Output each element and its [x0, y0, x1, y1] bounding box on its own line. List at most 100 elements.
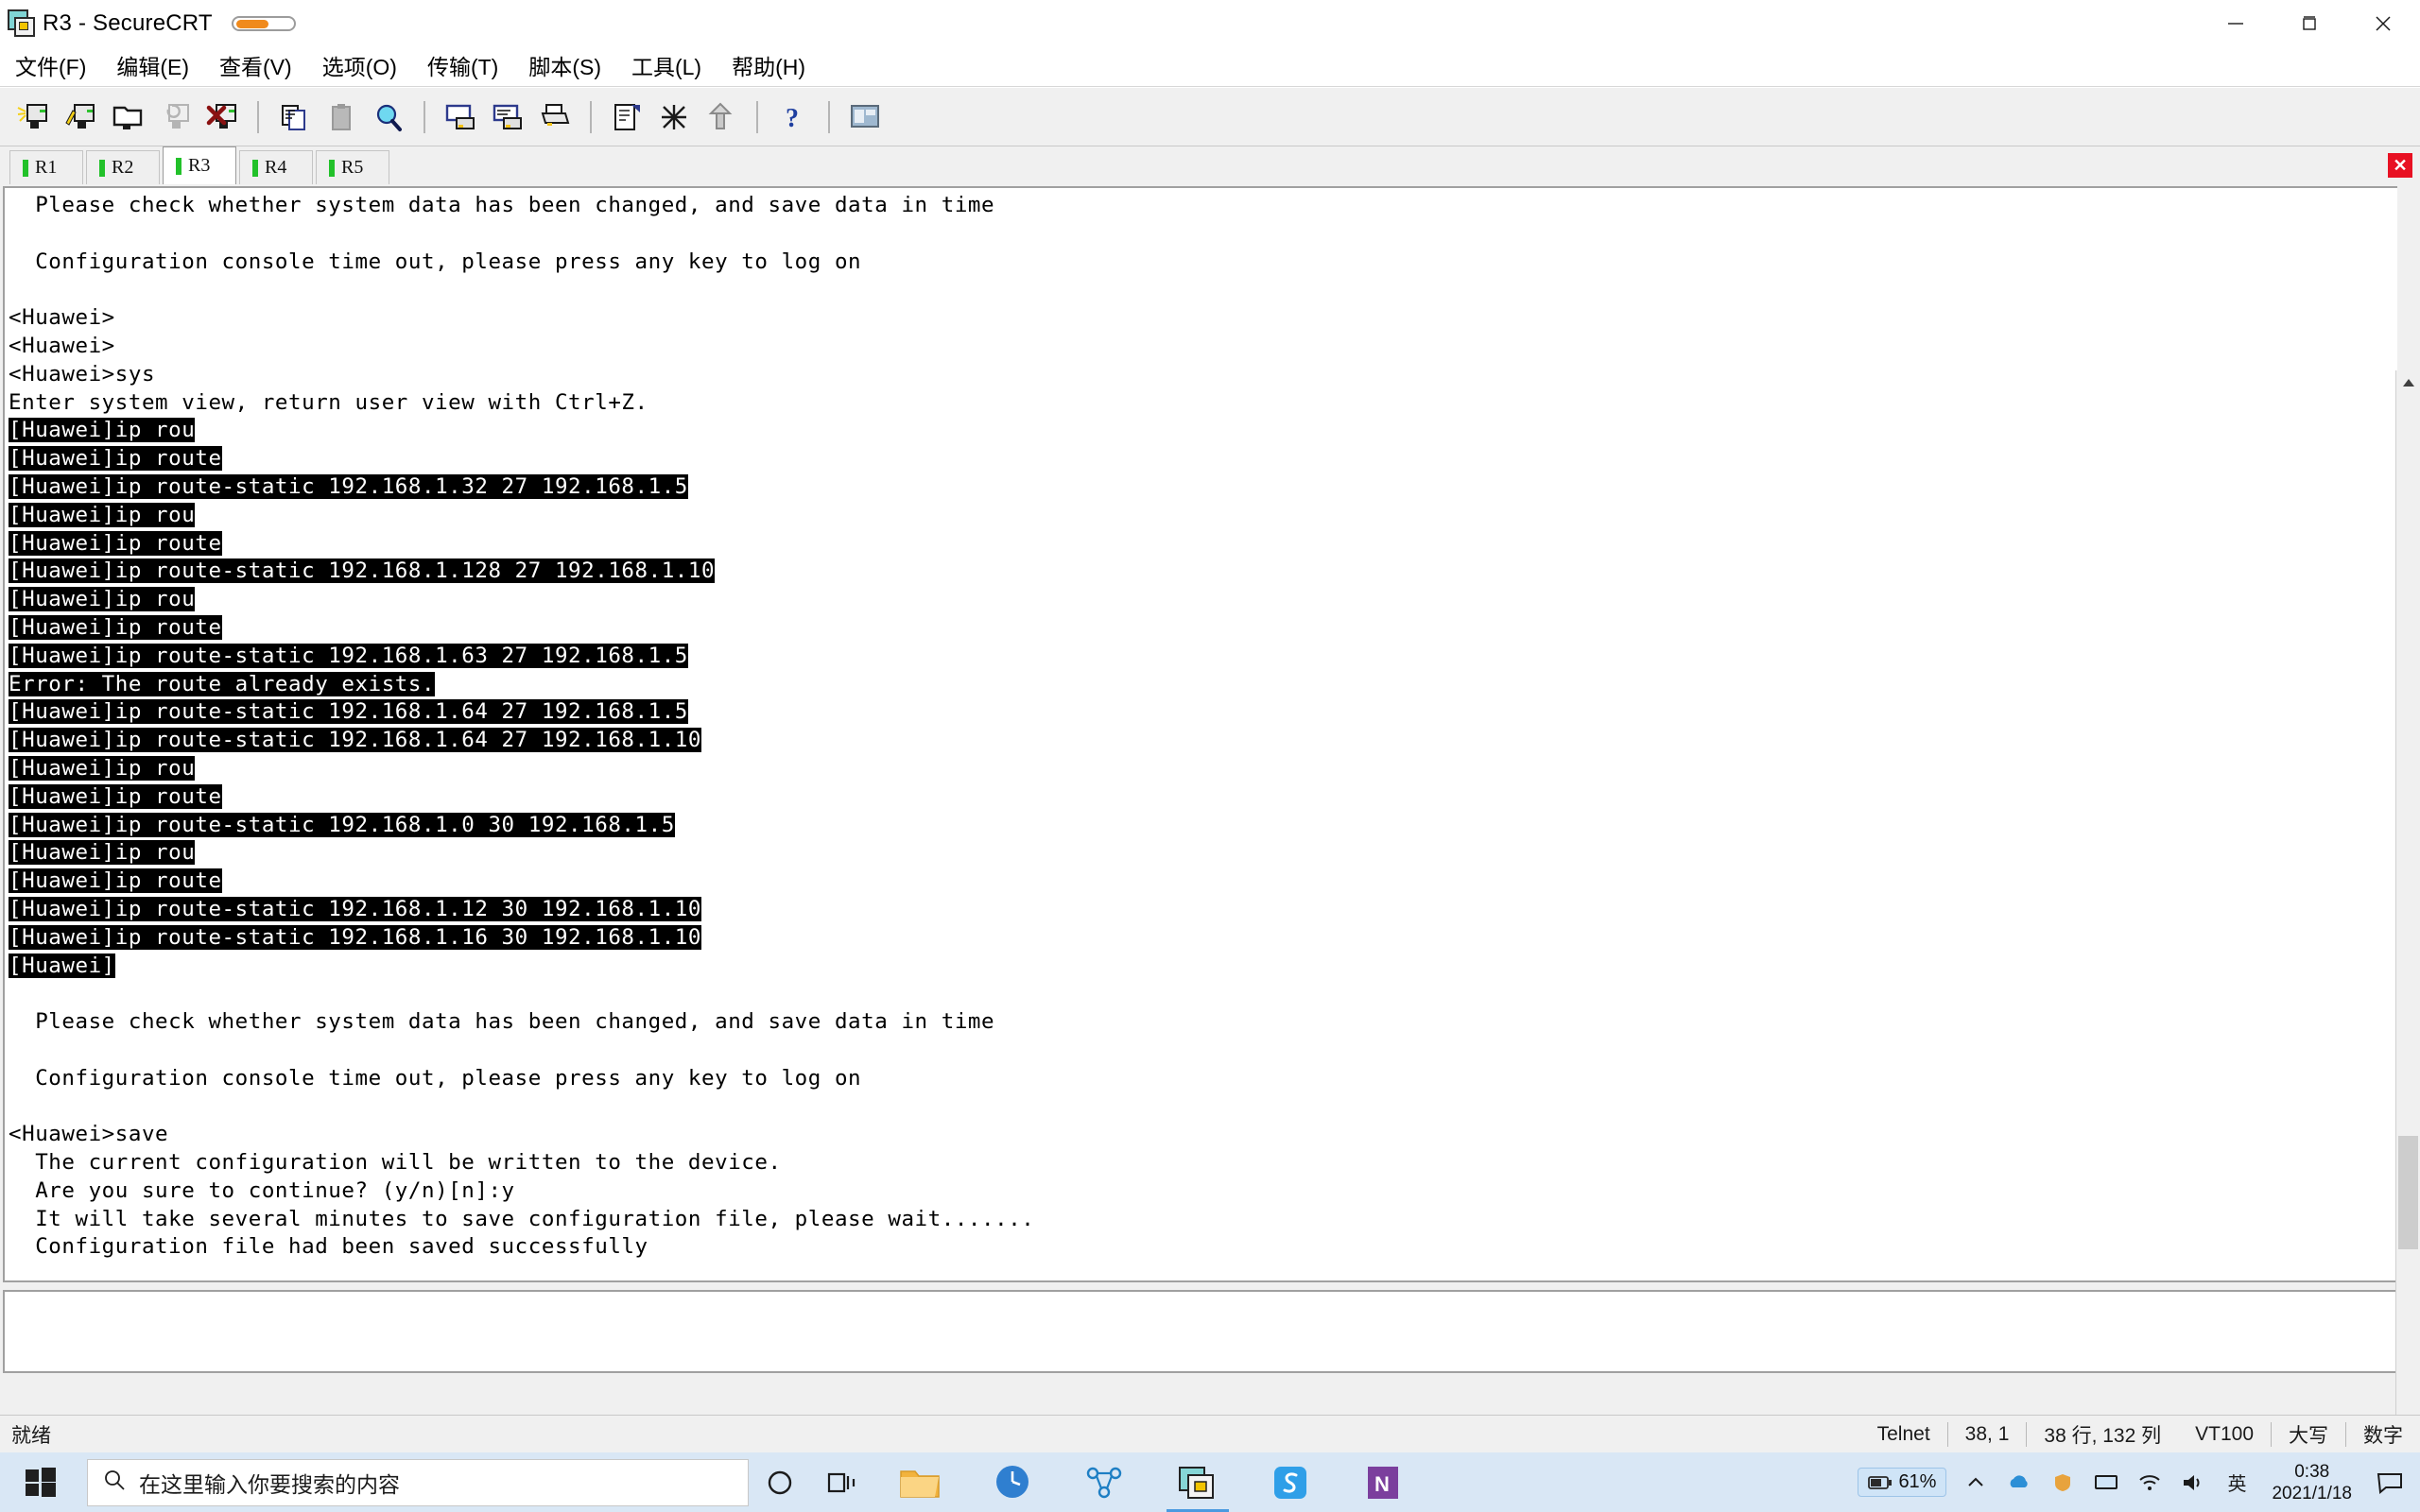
- close-button[interactable]: [2346, 0, 2420, 47]
- notification-center-icon[interactable]: [2365, 1452, 2414, 1512]
- help-icon[interactable]: ?: [769, 93, 817, 142]
- terminal-line-inverse: [Huawei]ip route-static 192.168.1.16 30 …: [9, 924, 701, 950]
- tile-windows-icon[interactable]: [841, 93, 889, 142]
- windows-taskbar: 在这里输入你要搜索的内容 N 61% 英 0:38 2021/1/18: [0, 1452, 2420, 1512]
- menu-edit[interactable]: 编辑(E): [101, 47, 204, 87]
- toolbar-separator: [424, 100, 425, 133]
- sidebar-item-r2[interactable]: R2: [86, 150, 160, 184]
- terminal-line-inverse: [Huawei]ip route-static 192.168.1.32 27 …: [9, 473, 688, 499]
- menu-tools[interactable]: 工具(L): [616, 47, 717, 87]
- taskbar-app-ensp[interactable]: [1059, 1452, 1151, 1512]
- menu-options[interactable]: 选项(O): [307, 47, 412, 87]
- sidebar-item-r4[interactable]: R4: [239, 150, 313, 184]
- terminal-output[interactable]: Please check whether system data has bee…: [3, 186, 2397, 1282]
- system-tray: 61% 英 0:38 2021/1/18: [1858, 1452, 2420, 1512]
- sidebar-item-r3[interactable]: R3: [163, 146, 236, 184]
- taskbar-app-clock[interactable]: [966, 1452, 1059, 1512]
- window-title: R3 - SecureCRT: [43, 10, 213, 36]
- tab-label: R1: [35, 157, 58, 178]
- minimize-button[interactable]: [2199, 0, 2273, 47]
- terminal-text: Please check whether system data has bee…: [9, 192, 2397, 1262]
- tab-label: R5: [341, 157, 364, 178]
- onedrive-icon[interactable]: [1997, 1452, 2041, 1512]
- status-protocol: Telnet: [1876, 1422, 1930, 1445]
- log-session-icon[interactable]: [437, 93, 484, 142]
- new-session-icon[interactable]: [9, 93, 57, 142]
- menu-transfer[interactable]: 传输(T): [412, 47, 513, 87]
- title-bar: R3 - SecureCRT: [0, 0, 2420, 47]
- print-screen-icon[interactable]: [484, 93, 531, 142]
- terminal-line: It will take several minutes to save con…: [9, 1206, 1035, 1231]
- menu-bar: 文件(F) 编辑(E) 查看(V) 选项(O) 传输(T) 脚本(S) 工具(L…: [0, 47, 2420, 87]
- security-shield-icon[interactable]: [2041, 1452, 2084, 1512]
- cortana-icon[interactable]: [749, 1452, 811, 1512]
- battery-status-badge[interactable]: 61%: [1858, 1468, 1947, 1497]
- scrollbar-thumb[interactable]: [2398, 1136, 2418, 1249]
- snipaste-icon: [1270, 1464, 1310, 1506]
- terminal-line-inverse: [Huawei]ip route: [9, 614, 222, 640]
- status-cursor-position: 38, 1: [1964, 1422, 2010, 1445]
- sidebar-item-r5[interactable]: R5: [316, 150, 389, 184]
- taskbar-app-snipaste[interactable]: [1244, 1452, 1337, 1512]
- maximize-button[interactable]: [2273, 0, 2346, 47]
- battery-icon: [1868, 1475, 1893, 1489]
- vertical-scrollbar[interactable]: [2395, 370, 2420, 1465]
- taskbar-clock[interactable]: 0:38 2021/1/18: [2258, 1461, 2365, 1504]
- terminal-line: <Huawei>sys: [9, 361, 156, 387]
- network-wifi-icon[interactable]: [2128, 1452, 2171, 1512]
- sidebar-item-r1[interactable]: R1: [9, 150, 83, 184]
- securecrt-icon: [1176, 1464, 1219, 1506]
- copy-icon[interactable]: [270, 93, 318, 142]
- menu-file[interactable]: 文件(F): [0, 47, 101, 87]
- toolbar: ?: [0, 88, 2420, 146]
- taskbar-app-onenote[interactable]: N: [1337, 1452, 1429, 1512]
- terminal-cursor: [435, 670, 450, 699]
- windows-start-icon[interactable]: [0, 1452, 81, 1512]
- open-session-folder-icon[interactable]: [104, 93, 151, 142]
- paste-icon[interactable]: [318, 93, 365, 142]
- ime-language-indicator[interactable]: 英: [2215, 1452, 2258, 1512]
- terminal-line: <Huawei>: [9, 305, 115, 331]
- window-controls: [2199, 0, 2420, 47]
- terminal-line: Configuration file had been saved succes…: [9, 1234, 648, 1260]
- search-input[interactable]: 在这里输入你要搜索的内容: [87, 1458, 749, 1506]
- monitor-icon[interactable]: [2084, 1452, 2128, 1512]
- disconnect-icon[interactable]: [199, 93, 246, 142]
- print-icon[interactable]: [531, 93, 579, 142]
- terminal-line: The current configuration will be writte…: [9, 1150, 782, 1176]
- tab-status-led-icon: [99, 159, 105, 177]
- terminal-secondary-pane[interactable]: [3, 1290, 2397, 1373]
- securecrt-window: R3 - SecureCRT 文件(F) 编辑(E) 查看(V) 选项(O) 传…: [0, 0, 2420, 1512]
- upload-icon[interactable]: [698, 93, 745, 142]
- close-tab-button[interactable]: ✕: [2388, 153, 2412, 178]
- menu-script[interactable]: 脚本(S): [513, 47, 616, 87]
- taskbar-app-securecrt[interactable]: [1151, 1452, 1244, 1512]
- terminal-line: Configuration console time out, please p…: [9, 1065, 862, 1091]
- terminal-line-inverse: [Huawei]ip rou: [9, 755, 196, 781]
- battery-percent-label: 61%: [1898, 1471, 1937, 1492]
- terminal-line-inverse: [Huawei]ip route: [9, 783, 222, 809]
- toolbar-separator: [257, 100, 259, 133]
- toolbar-separator: [756, 100, 758, 133]
- menu-help[interactable]: 帮助(H): [717, 47, 821, 87]
- reconnect-icon[interactable]: [151, 93, 199, 142]
- find-icon[interactable]: [365, 93, 412, 142]
- status-bar: 就绪 Telnet 38, 1 38 行, 132 列 VT100 大写 数字: [0, 1415, 2420, 1452]
- volume-speaker-icon[interactable]: [2171, 1452, 2215, 1512]
- taskbar-app-file-explorer[interactable]: [873, 1452, 966, 1512]
- terminal-line-inverse: [Huawei]ip route-static 192.168.1.63 27 …: [9, 643, 688, 668]
- menu-view[interactable]: 查看(V): [204, 47, 307, 87]
- terminal-line: Please check whether system data has bee…: [9, 193, 995, 217]
- session-options-icon[interactable]: [603, 93, 650, 142]
- svg-text:?: ?: [786, 104, 799, 132]
- terminal-line: Please check whether system data has bee…: [9, 1009, 995, 1035]
- scroll-up-arrow-icon[interactable]: [2396, 370, 2420, 395]
- tab-status-led-icon: [176, 157, 182, 175]
- quick-connect-icon[interactable]: [57, 93, 104, 142]
- task-view-icon[interactable]: [811, 1452, 873, 1512]
- show-hidden-icons-chevron-up-icon[interactable]: [1954, 1452, 1997, 1512]
- ensp-icon: [1083, 1464, 1127, 1506]
- progress-pill: [231, 16, 296, 31]
- session-tab-bar: R1 R2 R3 R4 R5 ✕: [0, 146, 2420, 184]
- global-options-icon[interactable]: [650, 93, 698, 142]
